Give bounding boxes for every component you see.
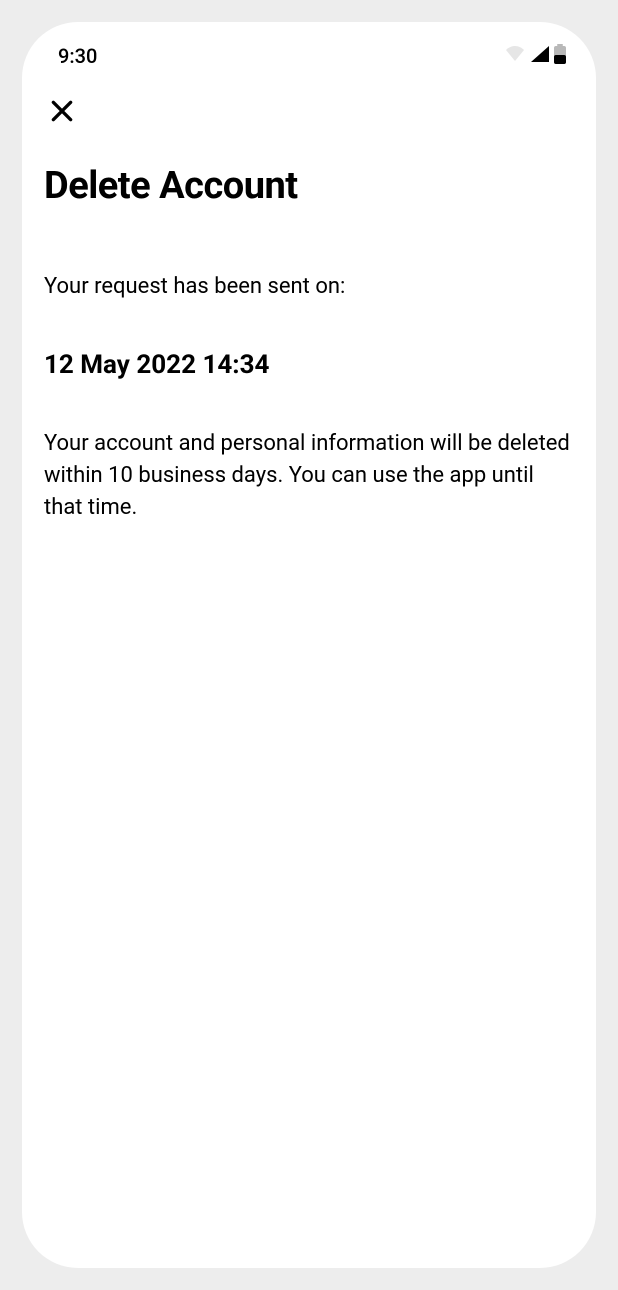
close-button[interactable] <box>46 96 78 128</box>
battery-icon <box>554 44 566 68</box>
status-time: 9:30 <box>58 44 97 68</box>
intro-text: Your request has been sent on: <box>44 272 574 303</box>
page-title: Delete Account <box>44 164 574 210</box>
content: Delete Account Your request has been sen… <box>22 136 596 524</box>
wifi-icon <box>504 45 526 67</box>
top-bar <box>22 78 596 136</box>
request-timestamp: 12 May 2022 14:34 <box>44 350 574 380</box>
body-text: Your account and personal information wi… <box>44 428 574 524</box>
status-bar: 9:30 <box>22 22 596 78</box>
device-frame: 9:30 <box>22 22 596 1268</box>
status-icons <box>504 44 566 68</box>
cellular-icon <box>530 45 550 67</box>
close-icon <box>49 98 75 127</box>
